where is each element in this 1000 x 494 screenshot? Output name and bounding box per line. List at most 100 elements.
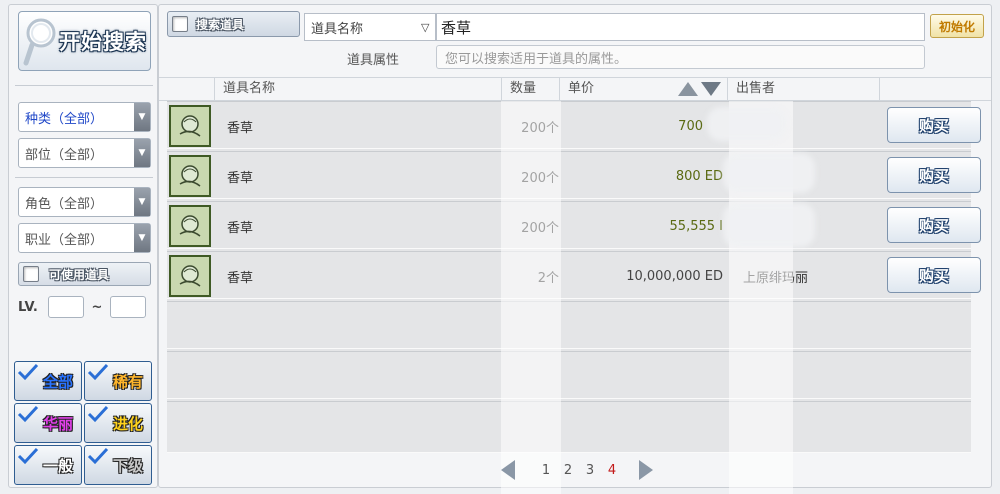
buy-button[interactable]: 购买: [887, 207, 981, 243]
redacted-seller: [723, 203, 815, 247]
grade-filter-grid: 全部 稀有 华丽 进化 一般 下级: [14, 361, 154, 485]
vanilla-herb-icon: [169, 255, 211, 297]
pagination: 1 2 3 4: [499, 459, 655, 481]
item-unit-price: 55,555 I: [669, 218, 723, 234]
chevron-down-icon: ▽: [421, 20, 430, 34]
grade-normal-button[interactable]: 一般: [14, 445, 82, 485]
item-unit-price: 800 ED: [675, 168, 723, 184]
empty-row: [167, 301, 971, 349]
header-quantity: 数量: [501, 78, 559, 100]
slot-dropdown[interactable]: 部位（全部） ▼: [18, 138, 151, 168]
keyword-input[interactable]: 香草: [436, 13, 925, 41]
item-quantity: 200个: [521, 120, 559, 136]
chevron-down-icon: ▼: [134, 224, 150, 252]
item-quantity: 200个: [521, 220, 559, 236]
slot-value: 部位（全部）: [25, 147, 104, 163]
empty-row: [167, 351, 971, 399]
item-unit-price: 10,000,000 ED: [626, 268, 723, 284]
grade-evolved-button[interactable]: 进化: [84, 403, 152, 443]
table-row: 香草 200个 800 ED 购买: [167, 151, 981, 199]
vanilla-herb-icon: [169, 155, 211, 197]
grade-rare-button[interactable]: 稀有: [84, 361, 152, 401]
table-row: 香草 2个 10,000,000 ED 上原绯玛丽 购买: [167, 251, 981, 299]
category-dropdown[interactable]: 种类（全部） ▼: [18, 102, 151, 132]
grade-all-label: 全部: [42, 372, 73, 391]
page-4[interactable]: 4: [601, 463, 623, 478]
prev-page-icon[interactable]: [499, 459, 517, 481]
item-seller: 上原绯玛丽: [743, 270, 809, 286]
class-value: 职业（全部）: [25, 232, 104, 248]
search-field-select[interactable]: 道具名称 ▽: [304, 13, 436, 41]
level-max-input[interactable]: [110, 296, 146, 318]
start-search-label: 开始搜索: [59, 30, 147, 54]
table-header: 道具名称 数量 单价 出售者: [159, 77, 991, 101]
item-name: 香草: [227, 170, 254, 186]
grade-low-button[interactable]: 下级: [84, 445, 152, 485]
category-value: 种类（全部）: [25, 111, 104, 127]
sort-toggle[interactable]: [677, 81, 722, 97]
vanilla-herb-icon: [169, 205, 211, 247]
character-value: 角色（全部）: [25, 196, 104, 212]
results-table: 道具名称 数量 单价 出售者 香草 200个 700 购买 香草 200个 80…: [159, 77, 991, 494]
chevron-down-icon: ▼: [134, 139, 150, 167]
vanilla-herb-icon: [169, 105, 211, 147]
next-page-icon[interactable]: [637, 459, 655, 481]
checkmark-icon: [17, 363, 39, 381]
item-name: 香草: [227, 120, 254, 136]
page-1[interactable]: 1: [535, 463, 557, 478]
checkmark-icon: [17, 405, 39, 423]
divider: [15, 85, 153, 86]
search-items-label: 搜索道具: [196, 17, 245, 32]
buy-button[interactable]: 购买: [887, 257, 981, 293]
buy-button[interactable]: 购买: [887, 157, 981, 193]
level-separator: ~: [91, 299, 103, 315]
checkmark-icon: [17, 447, 39, 465]
checkmark-icon: [87, 363, 109, 381]
magnifier-icon: [23, 15, 63, 67]
usable-items-label: 可使用道具: [49, 267, 110, 282]
usable-items-toggle[interactable]: 可使用道具: [18, 262, 151, 286]
grade-normal-label: 一般: [42, 456, 73, 475]
start-search-button[interactable]: 开始搜索: [18, 11, 151, 71]
level-label: LV.: [18, 299, 38, 315]
divider: [15, 177, 153, 178]
page-2[interactable]: 2: [557, 463, 579, 478]
checkmark-icon: [87, 447, 109, 465]
item-quantity: 200个: [521, 170, 559, 186]
grade-low-label: 下级: [112, 456, 143, 475]
item-name: 香草: [227, 270, 254, 286]
chevron-down-icon: ▼: [134, 188, 150, 216]
redacted-seller: [707, 107, 787, 141]
table-row: 香草 200个 55,555 I 购买: [167, 201, 981, 249]
checkmark-icon: [87, 405, 109, 423]
item-name: 香草: [227, 220, 254, 236]
attribute-input[interactable]: 您可以搜索适用于道具的属性。: [436, 45, 925, 69]
character-dropdown[interactable]: 角色（全部） ▼: [18, 187, 151, 217]
grade-all-button[interactable]: 全部: [14, 361, 82, 401]
class-dropdown[interactable]: 职业（全部） ▼: [18, 223, 151, 253]
attribute-label: 道具属性: [347, 53, 400, 68]
search-field-value: 道具名称: [311, 21, 364, 37]
grade-elite-button[interactable]: 华丽: [14, 403, 82, 443]
sort-ascending-icon: [678, 82, 698, 96]
table-body: 香草 200个 700 购买 香草 200个 800 ED 购买 香草 200个…: [167, 101, 981, 494]
page-3[interactable]: 3: [579, 463, 601, 478]
results-panel: 搜索道具 道具名称 ▽ 香草 初始化 道具属性 您可以搜索适用于道具的属性。 道…: [158, 4, 992, 494]
search-items-toggle[interactable]: 搜索道具: [167, 11, 300, 37]
sort-descending-icon: [701, 82, 721, 96]
chevron-down-icon: ▼: [134, 103, 150, 131]
level-min-input[interactable]: [48, 296, 84, 318]
table-row: 香草 200个 700 购买: [167, 101, 981, 149]
reset-button[interactable]: 初始化: [930, 14, 984, 38]
grade-evolved-label: 进化: [112, 414, 143, 433]
item-quantity: 2个: [537, 270, 559, 286]
empty-row: [167, 401, 971, 453]
item-unit-price: 700: [678, 118, 703, 134]
level-range: LV. ~: [18, 295, 146, 319]
search-items-checkbox[interactable]: [172, 16, 188, 32]
redacted-seller: [723, 153, 815, 193]
usable-items-checkbox[interactable]: [23, 266, 39, 282]
grade-rare-label: 稀有: [112, 372, 143, 391]
buy-button[interactable]: 购买: [887, 107, 981, 143]
filter-panel: 开始搜索 种类（全部） ▼ 部位（全部） ▼ 角色（全部） ▼ 职业（全部） ▼…: [8, 4, 158, 488]
